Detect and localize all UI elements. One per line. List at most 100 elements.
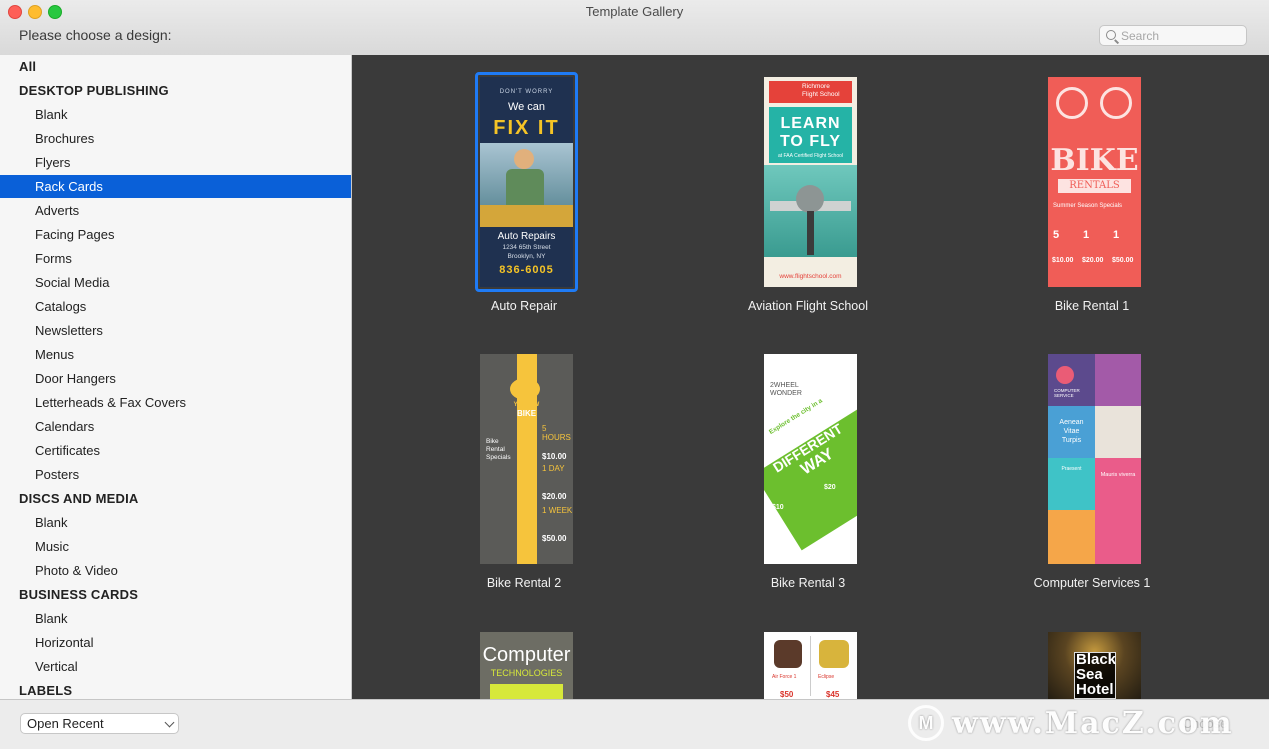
thumb-text: $50 xyxy=(780,690,794,699)
thumb-text: 5 xyxy=(1053,229,1060,241)
choose-design-prompt: Please choose a design: xyxy=(19,27,172,43)
thumb-text: Black xyxy=(1076,651,1117,668)
template-caption-auto-repair[interactable]: Auto Repair xyxy=(404,299,644,313)
template-caption-bike-rental-2[interactable]: Bike Rental 2 xyxy=(404,576,644,590)
sidebar-item-brochures[interactable]: Brochures xyxy=(0,127,351,150)
thumb-text: $10.00 xyxy=(1052,257,1074,264)
thumb-text: 1 xyxy=(1113,229,1120,241)
thumb-text: 836-6005 xyxy=(499,264,554,276)
sidebar-header-labels[interactable]: LABELS xyxy=(0,679,351,699)
thumb-text: WEEK xyxy=(548,506,573,515)
sidebar-item-newsletters[interactable]: Newsletters xyxy=(0,319,351,342)
thumb-text: $20 xyxy=(824,484,836,491)
sidebar-header-desktop-publishing[interactable]: DESKTOP PUBLISHING xyxy=(0,79,351,102)
thumb-text: $50.00 xyxy=(542,534,567,543)
sidebar-item-horizontal[interactable]: Horizontal xyxy=(0,631,351,654)
open-recent-label: Open Recent xyxy=(27,716,104,731)
thumb-text: Richmore Flight School xyxy=(802,83,840,99)
photo-person xyxy=(1095,406,1141,458)
template-caption-aviation-flight-school[interactable]: Aviation Flight School xyxy=(688,299,928,313)
sidebar-item-letterheads[interactable]: Letterheads & Fax Covers xyxy=(0,391,351,414)
thumb-text-block: Bike Rental Specials xyxy=(486,438,511,462)
template-caption-bike-rental-3[interactable]: Bike Rental 3 xyxy=(688,576,928,590)
bottom-bar: Open Recent Choose M www.MacZ.com xyxy=(0,699,1269,749)
thumb-text: 1 xyxy=(542,464,547,473)
sidebar-item-vertical[interactable]: Vertical xyxy=(0,655,351,678)
thumb-bars xyxy=(490,684,563,699)
thumb-text-block: COMPUTER SERVICE xyxy=(1054,388,1080,398)
thumb-text: RENTALS xyxy=(1069,180,1120,191)
sidebar-item-blank[interactable]: Blank xyxy=(0,103,351,126)
thumb-text: FIX IT xyxy=(493,117,560,139)
sidebar-item-flyers[interactable]: Flyers xyxy=(0,151,351,174)
mechanic-head xyxy=(514,149,534,169)
thumb-block xyxy=(1048,510,1095,564)
thumb-text: LEARN xyxy=(780,115,841,132)
thumb-text: Auto Repairs xyxy=(497,231,556,242)
template-thumbnail-black-sea-hotel[interactable]: Black Sea Hotel xyxy=(1048,632,1141,699)
sidebar-item-adverts[interactable]: Adverts xyxy=(0,199,351,222)
open-recent-popup[interactable]: Open Recent xyxy=(20,713,179,734)
airplane-photo xyxy=(764,165,857,257)
thumb-text: Praesent xyxy=(1061,466,1082,472)
paint-splash xyxy=(510,378,540,400)
thumb-text: BIKE xyxy=(1050,143,1139,178)
sidebar-item-forms[interactable]: Forms xyxy=(0,247,351,270)
sidebar-item-all[interactable]: All xyxy=(0,55,351,78)
shoe-image xyxy=(819,640,849,668)
sidebar-item-calendars[interactable]: Calendars xyxy=(0,415,351,438)
sidebar-item-catalogs[interactable]: Catalogs xyxy=(0,295,351,318)
template-thumbnail-bike-rental-1[interactable]: BIKE RENTALS Summer Season Specials 5 1 … xyxy=(1048,77,1141,287)
thumb-text: BIKE xyxy=(516,409,537,418)
sidebar-item-posters[interactable]: Posters xyxy=(0,463,351,486)
bike-wheel-icon xyxy=(1056,87,1088,119)
template-thumbnail-computer-services-1[interactable]: COMPUTER SERVICE Aenean Vitae Turpis Pra… xyxy=(1048,354,1141,564)
template-thumbnail-auto-repair[interactable]: DON'T WORRY We can FIX IT Auto Repairs 1… xyxy=(480,77,573,287)
template-thumbnail-aviation-flight-school[interactable]: Richmore Flight School LEARN TO FLY at F… xyxy=(764,77,857,287)
thumb-text: DAY xyxy=(548,464,565,473)
thumb-text: Computer xyxy=(482,644,571,666)
sidebar-item-disc-blank[interactable]: Blank xyxy=(0,511,351,534)
thumb-text: WONDER xyxy=(770,390,802,397)
thumb-text: Aenean xyxy=(1059,419,1084,426)
template-caption-bike-rental-1[interactable]: Bike Rental 1 xyxy=(972,299,1212,313)
thumb-text: Vitae xyxy=(1063,428,1080,435)
search-input[interactable] xyxy=(1121,28,1241,43)
sidebar-item-card-blank[interactable]: Blank xyxy=(0,607,351,630)
sidebar-header-business-cards[interactable]: BUSINESS CARDS xyxy=(0,583,351,606)
shoe-image xyxy=(774,640,802,668)
search-field[interactable] xyxy=(1099,25,1247,46)
template-caption-computer-services-1[interactable]: Computer Services 1 xyxy=(972,576,1212,590)
thumb-text: TO FLY xyxy=(779,133,842,150)
thumb-text: DON'T WORRY xyxy=(499,89,554,95)
thumb-text-block: 5 HOURS xyxy=(542,424,573,442)
category-sidebar[interactable]: All DESKTOP PUBLISHING Blank Brochures F… xyxy=(0,55,352,699)
template-thumbnail-bike-rental-3[interactable]: 2WHEEL WONDER Explore the city in a DIFF… xyxy=(764,354,857,564)
sidebar-item-facing-pages[interactable]: Facing Pages xyxy=(0,223,351,246)
template-thumbnail-bike-rental-2[interactable]: YELLOW BIKE Bike Rental Specials 5 HOURS… xyxy=(480,354,573,564)
template-thumbnail-computer-technologies[interactable]: Computer TECHNOLOGIES xyxy=(480,632,573,699)
sidebar-item-social-media[interactable]: Social Media xyxy=(0,271,351,294)
template-gallery[interactable]: DON'T WORRY We can FIX IT Auto Repairs 1… xyxy=(352,55,1269,699)
sidebar-item-certificates[interactable]: Certificates xyxy=(0,439,351,462)
thumb-text: $10.00 xyxy=(542,452,567,461)
watermark-text: www.MacZ.com xyxy=(952,705,1234,741)
thumb-text: YELLOW xyxy=(513,402,540,408)
thumb-text: Rental xyxy=(486,446,505,453)
sidebar-item-menus[interactable]: Menus xyxy=(0,343,351,366)
sidebar-item-door-hangers[interactable]: Door Hangers xyxy=(0,367,351,390)
thumb-text: at FAA Certified Flight School xyxy=(777,153,844,159)
sidebar-item-music[interactable]: Music xyxy=(0,535,351,558)
mechanic-illustration xyxy=(480,143,573,227)
template-thumbnail-shoes[interactable]: Air Force 1 Eclipse $50 $45 xyxy=(764,632,857,699)
sidebar-item-rack-cards[interactable]: Rack Cards xyxy=(0,175,351,198)
thumb-text: Hotel xyxy=(1076,681,1114,698)
thumb-text: 1 xyxy=(542,506,547,515)
sidebar-item-photo-video[interactable]: Photo & Video xyxy=(0,559,351,582)
window-title: Template Gallery xyxy=(585,4,684,19)
airplane-engine xyxy=(796,185,824,213)
thumb-text-block: 2WHEEL WONDER xyxy=(770,382,802,398)
logo-circle xyxy=(1056,366,1074,384)
sidebar-header-discs-and-media[interactable]: DISCS AND MEDIA xyxy=(0,487,351,510)
thumb-text: $50.00 xyxy=(1112,257,1134,264)
